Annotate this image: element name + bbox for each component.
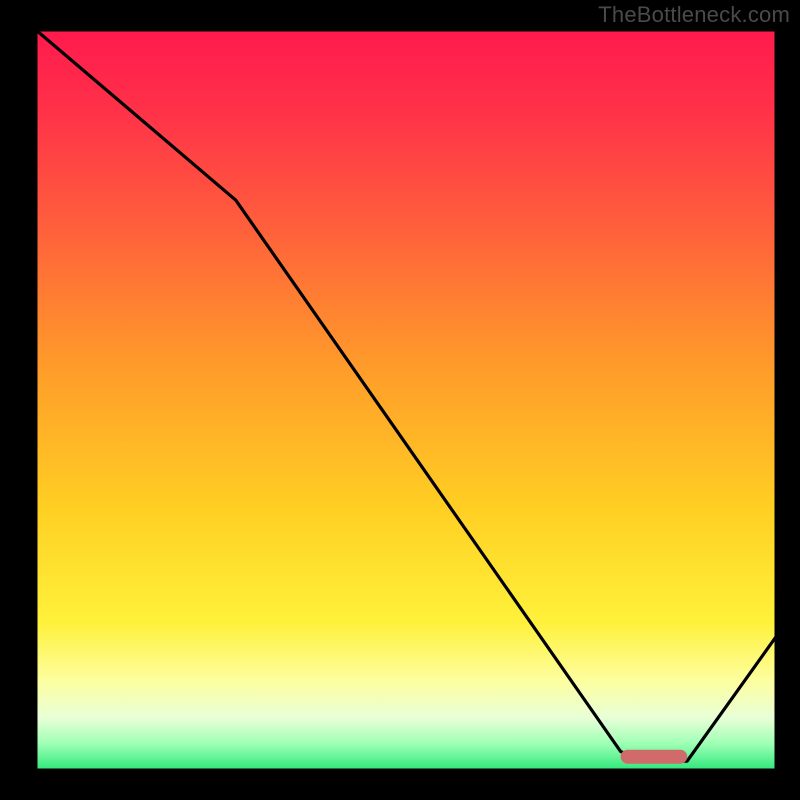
bottleneck-chart-svg [0,0,800,800]
chart-container: TheBottleneck.com [0,0,800,800]
watermark-text: TheBottleneck.com [598,2,790,28]
optimal-range-marker [621,750,688,764]
plot-area [36,30,776,770]
